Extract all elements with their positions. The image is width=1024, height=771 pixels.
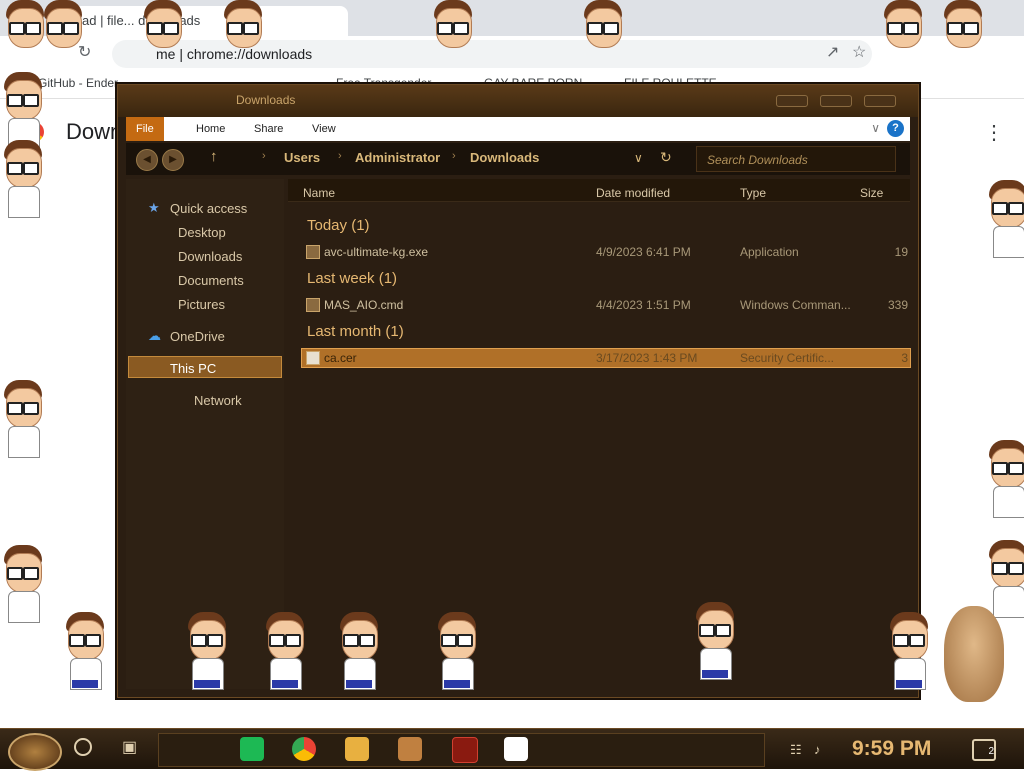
file-type: Security Certific... — [740, 351, 835, 365]
decorative-face-icon — [886, 612, 932, 690]
decorative-face-icon — [220, 0, 266, 76]
task-view-icon[interactable]: ▣ — [122, 737, 137, 757]
nav-downloads[interactable]: Downloads — [178, 249, 242, 264]
up-arrow-icon[interactable]: ↑ — [210, 148, 218, 165]
search-input[interactable]: Search Downloads — [696, 146, 896, 172]
maximize-button[interactable] — [820, 95, 852, 107]
file-size: 339 — [887, 298, 908, 312]
decorative-face-icon — [580, 0, 626, 76]
decorative-face-icon — [430, 0, 476, 76]
chevron-down-icon[interactable]: ∨ — [634, 151, 643, 165]
hamster-image — [944, 606, 1004, 702]
breadcrumb-administrator[interactable]: Administrator — [355, 150, 440, 165]
group-header-last-month[interactable]: Last month (1) — [307, 323, 404, 340]
nav-pictures[interactable]: Pictures — [178, 297, 225, 312]
decorative-face-icon — [940, 0, 986, 76]
file-date: 4/4/2023 1:51 PM — [596, 298, 691, 312]
decorative-face-icon — [985, 180, 1024, 258]
star-icon: ★ — [148, 200, 160, 215]
search-circle-icon[interactable] — [74, 738, 92, 756]
decorative-face-icon — [0, 545, 46, 623]
file-type: Windows Comman... — [740, 298, 851, 312]
spotify-icon[interactable] — [240, 737, 264, 761]
share-icon[interactable]: ↗ — [826, 42, 839, 62]
file-explorer-icon[interactable] — [345, 737, 369, 761]
file-name[interactable]: avc-ultimate-kg.exe — [324, 245, 428, 259]
browser-tab[interactable]: ad | file... downloads — [48, 6, 348, 36]
window-titlebar[interactable]: Downloads — [118, 85, 918, 117]
file-date: 3/17/2023 1:43 PM — [596, 351, 698, 365]
nav-network[interactable]: Network — [194, 393, 242, 408]
column-size[interactable]: Size — [860, 186, 883, 206]
group-header-last-week[interactable]: Last week (1) — [307, 270, 397, 287]
ribbon-tab-file[interactable]: File — [126, 117, 164, 141]
decorative-face-icon — [985, 540, 1024, 618]
decorative-face-icon — [0, 140, 46, 218]
file-type: Application — [740, 245, 799, 259]
network-tray-icon[interactable]: ☷ — [790, 742, 802, 758]
chrome-icon[interactable] — [292, 737, 316, 761]
nav-this-pc[interactable]: This PC — [170, 361, 216, 376]
decorative-face-icon — [184, 612, 230, 690]
address-toolbar: ◀ ▶ ↑ › Users › Administrator › Download… — [126, 143, 910, 175]
file-date: 4/9/2023 6:41 PM — [596, 245, 691, 259]
refresh-icon[interactable]: ↻ — [660, 149, 672, 166]
certificate-file-icon — [306, 351, 320, 365]
decorative-face-icon — [434, 612, 480, 690]
ribbon-expand-chevron-icon[interactable]: ∨ — [871, 121, 880, 135]
ribbon: File Home Share View ∨ ? — [126, 117, 910, 141]
decorative-face-icon — [692, 602, 738, 680]
file-size: 3 — [901, 351, 908, 365]
decorative-face-icon — [880, 0, 926, 76]
app-icon[interactable] — [398, 737, 422, 761]
file-size: 19 — [894, 245, 908, 259]
help-icon[interactable]: ? — [887, 120, 904, 137]
start-button[interactable] — [8, 733, 62, 771]
nav-onedrive[interactable]: OneDrive — [170, 329, 225, 344]
decorative-face-icon — [0, 72, 46, 150]
nav-quick-access[interactable]: Quick access — [170, 201, 247, 216]
decorative-face-icon — [262, 612, 308, 690]
close-button[interactable] — [864, 95, 896, 107]
chevron-right-icon: › — [338, 150, 342, 162]
volume-muted-icon[interactable]: ♪ — [814, 742, 821, 757]
nav-documents[interactable]: Documents — [178, 273, 244, 288]
ribbon-tab-share[interactable]: Share — [244, 117, 293, 141]
file-explorer-window: Downloads File Home Share View ∨ ? ◀ ▶ ↑… — [117, 84, 919, 698]
notification-icon[interactable]: 2 — [972, 739, 996, 761]
window-title: Downloads — [236, 93, 296, 107]
decorative-face-icon — [0, 380, 46, 458]
app-icon[interactable] — [504, 737, 528, 761]
column-name[interactable]: Name — [303, 186, 335, 206]
cmd-file-icon — [306, 298, 320, 312]
group-header-today[interactable]: Today (1) — [307, 217, 370, 234]
forward-button[interactable]: ▶ — [162, 149, 184, 171]
file-name[interactable]: MAS_AIO.cmd — [324, 298, 403, 312]
clock[interactable]: 9:59 PM — [852, 737, 931, 761]
decorative-face-icon — [40, 0, 86, 76]
breadcrumb-downloads[interactable]: Downloads — [470, 150, 539, 165]
file-name[interactable]: ca.cer — [324, 351, 357, 365]
taskbar: ▣ ☷ ♪ 9:59 PM 2 — [0, 728, 1024, 771]
chevron-right-icon: › — [262, 150, 266, 162]
more-menu-icon[interactable]: ⋮ — [984, 120, 1004, 145]
back-button[interactable]: ◀ — [136, 149, 158, 171]
ribbon-tab-view[interactable]: View — [302, 117, 346, 141]
breadcrumb-users[interactable]: Users — [284, 150, 320, 165]
decorative-face-icon — [62, 612, 108, 690]
column-type[interactable]: Type — [740, 186, 766, 206]
minimize-button[interactable] — [776, 95, 808, 107]
ribbon-tab-home[interactable]: Home — [186, 117, 235, 141]
bookmark-star-icon[interactable]: ☆ — [852, 42, 866, 62]
decorative-face-icon — [336, 612, 382, 690]
exe-file-icon — [306, 245, 320, 259]
decorative-face-icon — [140, 0, 186, 76]
app-icon[interactable] — [452, 737, 478, 763]
bookmark-github[interactable]: GitHub - Ender... — [38, 76, 127, 90]
column-date-modified[interactable]: Date modified — [596, 186, 670, 206]
nav-desktop[interactable]: Desktop — [178, 225, 226, 240]
decorative-face-icon — [985, 440, 1024, 518]
chevron-right-icon: › — [452, 150, 456, 162]
cloud-icon: ☁ — [148, 328, 161, 343]
